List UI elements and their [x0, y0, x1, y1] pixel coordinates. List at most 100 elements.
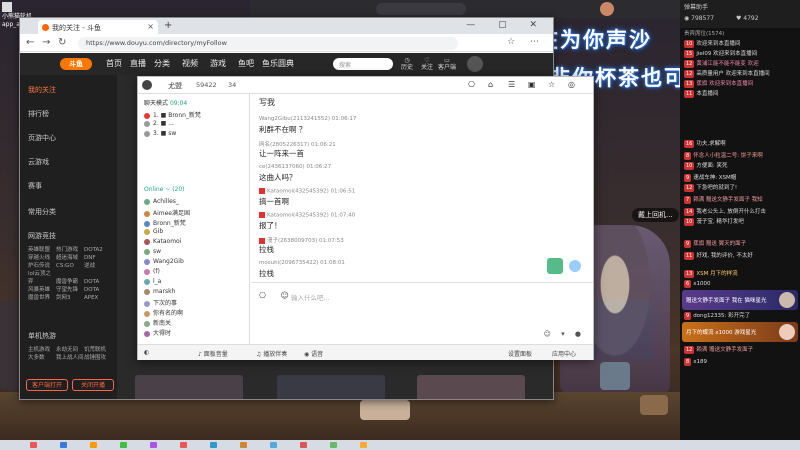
voice-button[interactable]: ◉ 语音 — [304, 349, 323, 358]
search-input[interactable]: 搜索 — [333, 58, 393, 70]
sidebar-item-common[interactable]: 常用分类 — [28, 207, 56, 217]
taskbar-app-icon[interactable] — [210, 442, 217, 448]
taskbar-app-icon[interactable] — [180, 442, 187, 448]
douyu-logo[interactable]: 斗鱼 — [60, 58, 92, 70]
category-link[interactable]: 永劫无间 — [56, 345, 84, 353]
volume-button[interactable]: ♪ 面板音量 — [198, 349, 228, 358]
category-link[interactable]: 热门游戏 — [56, 245, 84, 253]
category-link[interactable]: 炉石传说 — [28, 261, 56, 269]
channel-group[interactable]: 3. ■ sw — [144, 130, 176, 137]
category-link[interactable]: 超迷海域 — [56, 253, 84, 261]
sidebar-item-esports[interactable]: 赛事 — [28, 181, 42, 191]
chat-mode[interactable]: 聊天模式 09:04 — [144, 98, 187, 107]
nav-game[interactable]: 游戏 — [210, 58, 226, 69]
browser-tab[interactable]: 我的关注 - 斗鱼 × — [38, 20, 158, 34]
sidebar-item-netgame[interactable]: 网游竞技 — [28, 231, 56, 241]
member-item[interactable]: 下次的事 — [144, 298, 177, 307]
app-center-button[interactable]: 应用中心 — [552, 349, 576, 358]
avatar[interactable] — [600, 2, 614, 16]
taskbar-app-icon[interactable] — [270, 442, 277, 448]
reload-icon[interactable]: ↻ — [58, 37, 66, 48]
category-link[interactable]: 英雄联盟 — [28, 245, 56, 253]
member-item[interactable]: Wang2Gib — [144, 258, 184, 265]
user-avatar[interactable] — [467, 56, 483, 72]
taskbar-app-icon[interactable] — [30, 442, 37, 448]
message-composer[interactable]: ⎔ ☺ 输入什么吧... ☺ ▾ ● — [251, 282, 593, 344]
window-controls[interactable]: — ▢ ✕ — [466, 20, 547, 30]
category-link[interactable]: CS:GO — [56, 263, 84, 269]
member-item[interactable]: (f) — [144, 268, 160, 275]
gift-icon[interactable]: ▣ — [528, 80, 536, 89]
member-item[interactable]: Bronn_新梵 — [144, 218, 186, 227]
sidebar-item-rank[interactable]: 排行榜 — [28, 109, 49, 119]
close-stream-button[interactable]: 关闭开播 — [72, 379, 114, 391]
bell-icon[interactable]: ◎ — [568, 80, 575, 89]
taskbar-app-icon[interactable] — [120, 442, 127, 448]
app-icon[interactable] — [547, 258, 563, 274]
close-tab-icon[interactable]: × — [147, 22, 154, 31]
member-item[interactable]: marskh — [144, 288, 175, 295]
sidebar-item-cloud[interactable]: 云游戏 — [28, 157, 49, 167]
taskbar-app-icon[interactable] — [330, 442, 337, 448]
nav-video[interactable]: 视频 — [182, 58, 198, 69]
sidebar-item-follow[interactable]: 我的关注 — [28, 85, 56, 95]
category-link[interactable]: 魔兽争霸 — [56, 277, 84, 285]
category-link[interactable]: 战锤围攻 — [84, 353, 112, 361]
taskbar-app-icon[interactable] — [360, 442, 367, 448]
category-link[interactable]: 我上战人间 — [56, 353, 84, 361]
taskbar-app-icon[interactable] — [240, 442, 247, 448]
record-icon[interactable] — [569, 260, 581, 272]
member-item[interactable]: Aimee满足国 — [144, 208, 190, 217]
new-tab-icon[interactable]: + — [164, 20, 172, 31]
member-item[interactable]: Achilles_ — [144, 198, 179, 205]
category-link[interactable]: APEX — [84, 295, 112, 301]
send-controls[interactable]: ☺ ▾ ● — [544, 330, 585, 338]
back-icon[interactable]: ← — [26, 37, 34, 48]
composer-tools[interactable]: ⎔ ☺ — [259, 291, 295, 300]
member-item[interactable]: 大得时 — [144, 328, 171, 337]
taskbar-app-icon[interactable] — [90, 442, 97, 448]
sidebar-item-webgame[interactable]: 页游中心 — [28, 133, 56, 143]
category-link[interactable]: 守望先锋 — [56, 285, 84, 293]
channel-group[interactable]: 1. ■ Bronn_新梵 — [144, 110, 201, 119]
search-pill[interactable] — [376, 3, 466, 15]
nav-live[interactable]: 直播 — [130, 58, 146, 69]
channel-group[interactable]: 2. ■ ... — [144, 120, 174, 127]
nav-event[interactable]: 鱼乐圆典 — [262, 58, 294, 69]
category-link[interactable]: DOTA — [84, 279, 112, 285]
nav-category[interactable]: 分类 — [154, 58, 170, 69]
room-thumbnail[interactable] — [135, 375, 243, 399]
category-link[interactable]: 穿越火线 — [28, 253, 56, 261]
home-icon[interactable]: ⌂ — [488, 80, 493, 89]
client-open-button[interactable]: 客户端打开 — [26, 379, 68, 391]
nav-yuba[interactable]: 鱼吧 — [238, 58, 254, 69]
member-item[interactable]: sw — [144, 248, 161, 255]
category-link[interactable]: 魔兽世界 — [28, 293, 56, 301]
category-link[interactable]: 主机游戏 — [28, 345, 56, 353]
avatar[interactable] — [142, 80, 152, 90]
history-button[interactable]: ◷ 历史 — [398, 57, 416, 71]
category-link[interactable]: DOTA2 — [84, 247, 112, 253]
url-input[interactable]: https://www.douyu.com/directory/myFollow — [78, 37, 458, 50]
category-link[interactable]: DOTA — [84, 287, 112, 293]
category-link[interactable]: lol云顶之弈 — [28, 269, 56, 285]
member-item[interactable]: Kataomoi — [144, 238, 181, 245]
settings-panel-button[interactable]: 设置面板 — [508, 349, 532, 358]
sidebar-item-single[interactable]: 单机热游 — [28, 331, 56, 341]
room-thumbnail[interactable] — [277, 375, 385, 399]
nav-home[interactable]: 首页 — [106, 58, 122, 69]
follow-button[interactable]: ♡ 关注 — [418, 57, 436, 71]
client-button[interactable]: ▭ 客户端 — [438, 57, 456, 71]
taskbar-app-icon[interactable] — [300, 442, 307, 448]
category-link[interactable]: 逆战 — [84, 261, 112, 269]
star-icon[interactable]: ☆ — [548, 80, 555, 89]
mic-icon[interactable]: ◐ — [144, 349, 149, 356]
member-item[interactable]: 新南关 — [144, 318, 171, 327]
accompaniment-button[interactable]: ♫ 播放伴奏 — [256, 349, 287, 358]
category-link[interactable]: 剑网3 — [56, 293, 84, 301]
message-input[interactable]: 输入什么吧... — [291, 292, 330, 302]
member-item[interactable]: Gib — [144, 228, 163, 235]
room-thumbnail[interactable] — [417, 375, 525, 399]
gamepad-icon[interactable]: ⎔ — [468, 80, 475, 89]
member-item[interactable]: 你有名的啊 — [144, 308, 183, 317]
